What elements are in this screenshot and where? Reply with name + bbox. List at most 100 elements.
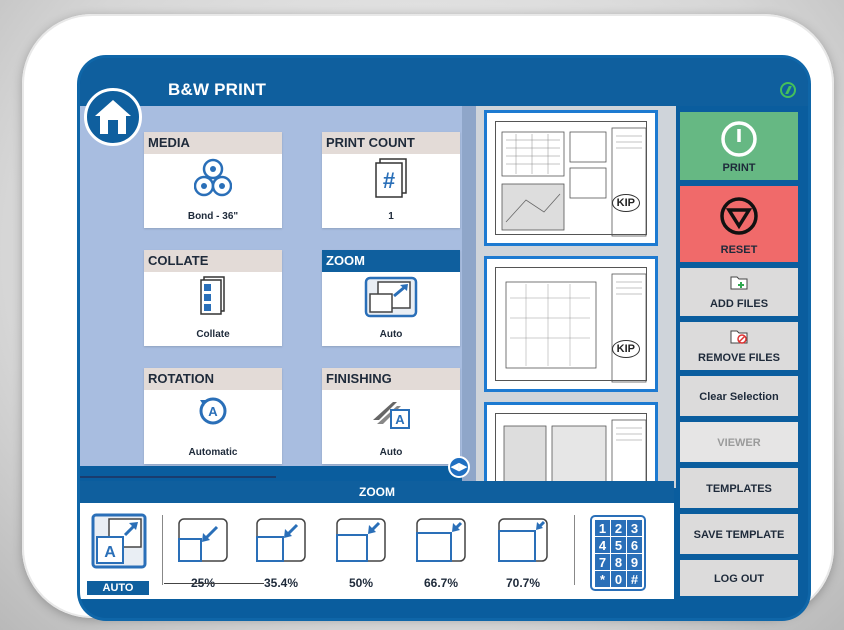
remove-files-label: REMOVE FILES: [698, 352, 780, 364]
zoom-option-70[interactable]: 70.7%: [492, 517, 554, 590]
clear-selection-button[interactable]: Clear Selection: [680, 376, 798, 416]
document-thumbnail[interactable]: KIP: [484, 256, 658, 392]
keypad-key-label: 3: [631, 521, 638, 536]
zoom-value: Auto: [379, 329, 403, 340]
collate-pages-icon: [198, 276, 228, 321]
panel-divider: [462, 106, 476, 488]
zoom-setting[interactable]: ZOOM Auto: [322, 250, 460, 346]
svg-text:#: #: [383, 168, 395, 193]
home-button[interactable]: [84, 88, 142, 146]
zoom-option-label: 70.7%: [505, 576, 541, 590]
document-thumbnail[interactable]: KIP: [484, 110, 658, 246]
add-files-label: ADD FILES: [709, 298, 769, 310]
zoom-separator: [574, 515, 575, 585]
stop-icon: [720, 197, 758, 235]
media-rolls-icon: [193, 158, 233, 203]
connection-status-icon: [780, 82, 796, 98]
selected-zoom-underline: [164, 583, 264, 584]
templates-label: TEMPLATES: [706, 483, 772, 495]
keypad-key-label: 6: [631, 538, 638, 553]
remove-folder-icon: [730, 330, 748, 344]
svg-text:A: A: [395, 412, 405, 427]
remove-files-button[interactable]: REMOVE FILES: [680, 322, 798, 370]
zoom-option-66[interactable]: 66.7%: [410, 517, 472, 590]
title-bar: B&W PRINT: [80, 58, 808, 106]
finishing-value: Auto: [379, 447, 403, 458]
save-template-button[interactable]: SAVE TEMPLATE: [680, 514, 798, 554]
zoom-reduce-icon: [256, 518, 306, 562]
clear-selection-label: Clear Selection: [699, 391, 779, 403]
collate-title: COLLATE: [144, 250, 282, 272]
device-frame: B&W PRINT MEDIA Bond - 36" PRINT COUNT #…: [22, 14, 834, 618]
custom-zoom-keypad-icon[interactable]: 1 2 3 4 5 6 7 8 9 * 0 #: [590, 515, 646, 596]
drawing-preview: KIP: [495, 121, 647, 237]
log-out-label: LOG OUT: [713, 573, 765, 585]
print-count-title: PRINT COUNT: [322, 132, 460, 154]
print-button[interactable]: PRINT: [680, 112, 798, 180]
keypad-key-label: 4: [599, 538, 607, 553]
zoom-option-50[interactable]: 50%: [330, 517, 392, 590]
collapse-toggle-icon[interactable]: ◀▶: [448, 456, 470, 478]
svg-text:A: A: [104, 544, 116, 561]
rotation-auto-icon: A: [196, 394, 230, 433]
keypad-key-label: #: [631, 572, 639, 587]
log-out-button[interactable]: LOG OUT: [680, 560, 798, 596]
zoom-title: ZOOM: [322, 250, 460, 272]
document-thumbnail[interactable]: [484, 402, 658, 493]
keypad-key-label: 8: [615, 555, 622, 570]
templates-button[interactable]: TEMPLATES: [680, 468, 798, 508]
add-files-button[interactable]: ADD FILES: [680, 268, 798, 316]
svg-text:A: A: [208, 404, 218, 419]
keypad-key-label: 2: [615, 521, 622, 536]
collate-value: Collate: [196, 329, 230, 340]
save-template-label: SAVE TEMPLATE: [693, 529, 785, 541]
zoom-auto-label: AUTO: [87, 581, 149, 595]
print-label: PRINT: [722, 162, 756, 174]
keypad-icon: 1 2 34 5 67 8 9* 0 #: [590, 515, 646, 591]
settings-panel: MEDIA Bond - 36" PRINT COUNT # 1 COLLATE…: [80, 106, 476, 466]
zoom-option-25[interactable]: 25%: [172, 517, 234, 590]
zoom-auto-option[interactable]: A: [88, 513, 150, 574]
media-value: Bond - 36": [187, 211, 239, 222]
zoom-options-panel: A AUTO 25% 35.4% 50% 66.7% 70.7% 1 2 3 4…: [80, 503, 674, 599]
zoom-option-label: 50%: [348, 576, 374, 590]
print-count-value: 1: [388, 211, 394, 222]
zoom-reduce-icon: [336, 518, 386, 562]
action-column: PRINT RESET ADD FILES REMOVE FILES Clear…: [680, 106, 798, 596]
zoom-reduce-icon: [498, 518, 548, 562]
keypad-key-label: 7: [599, 555, 606, 570]
media-title: MEDIA: [144, 132, 282, 154]
zoom-option-label: 66.7%: [423, 576, 459, 590]
reset-label: RESET: [720, 244, 758, 256]
collate-setting[interactable]: COLLATE Collate: [144, 250, 282, 346]
keypad-key-label: 1: [599, 521, 606, 536]
kip-logo: KIP: [611, 340, 640, 358]
zoom-header: ZOOM: [80, 481, 674, 503]
kip-logo: KIP: [611, 194, 640, 212]
home-icon: [95, 100, 131, 134]
print-count-setting[interactable]: PRINT COUNT # 1: [322, 132, 460, 228]
rotation-value: Automatic: [188, 447, 238, 458]
media-setting[interactable]: MEDIA Bond - 36": [144, 132, 282, 228]
viewer-button[interactable]: VIEWER: [680, 422, 798, 462]
zoom-option-35[interactable]: 35.4%: [250, 517, 312, 590]
panel-underline: [80, 476, 276, 478]
rotation-setting[interactable]: ROTATION A Automatic: [144, 368, 282, 464]
keypad-key-label: 0: [615, 572, 622, 587]
reset-button[interactable]: RESET: [680, 186, 798, 262]
zoom-reduce-icon: [178, 518, 228, 562]
zoom-reduce-icon: [416, 518, 466, 562]
app-screen: B&W PRINT MEDIA Bond - 36" PRINT COUNT #…: [80, 58, 808, 618]
keypad-key-label: 5: [615, 538, 622, 553]
drawing-preview: [495, 413, 647, 493]
zoom-separator: [162, 515, 163, 585]
finishing-setting[interactable]: FINISHING A Auto: [322, 368, 460, 464]
rotation-title: ROTATION: [144, 368, 282, 390]
zoom-auto-icon: A: [91, 513, 147, 569]
copies-hash-icon: #: [373, 158, 409, 203]
add-folder-icon: [730, 276, 748, 290]
zoom-scale-icon: [364, 276, 418, 323]
keypad-key-label: 9: [631, 555, 638, 570]
document-thumbnails: KIP KIP: [476, 106, 676, 493]
viewer-label: VIEWER: [717, 437, 761, 449]
